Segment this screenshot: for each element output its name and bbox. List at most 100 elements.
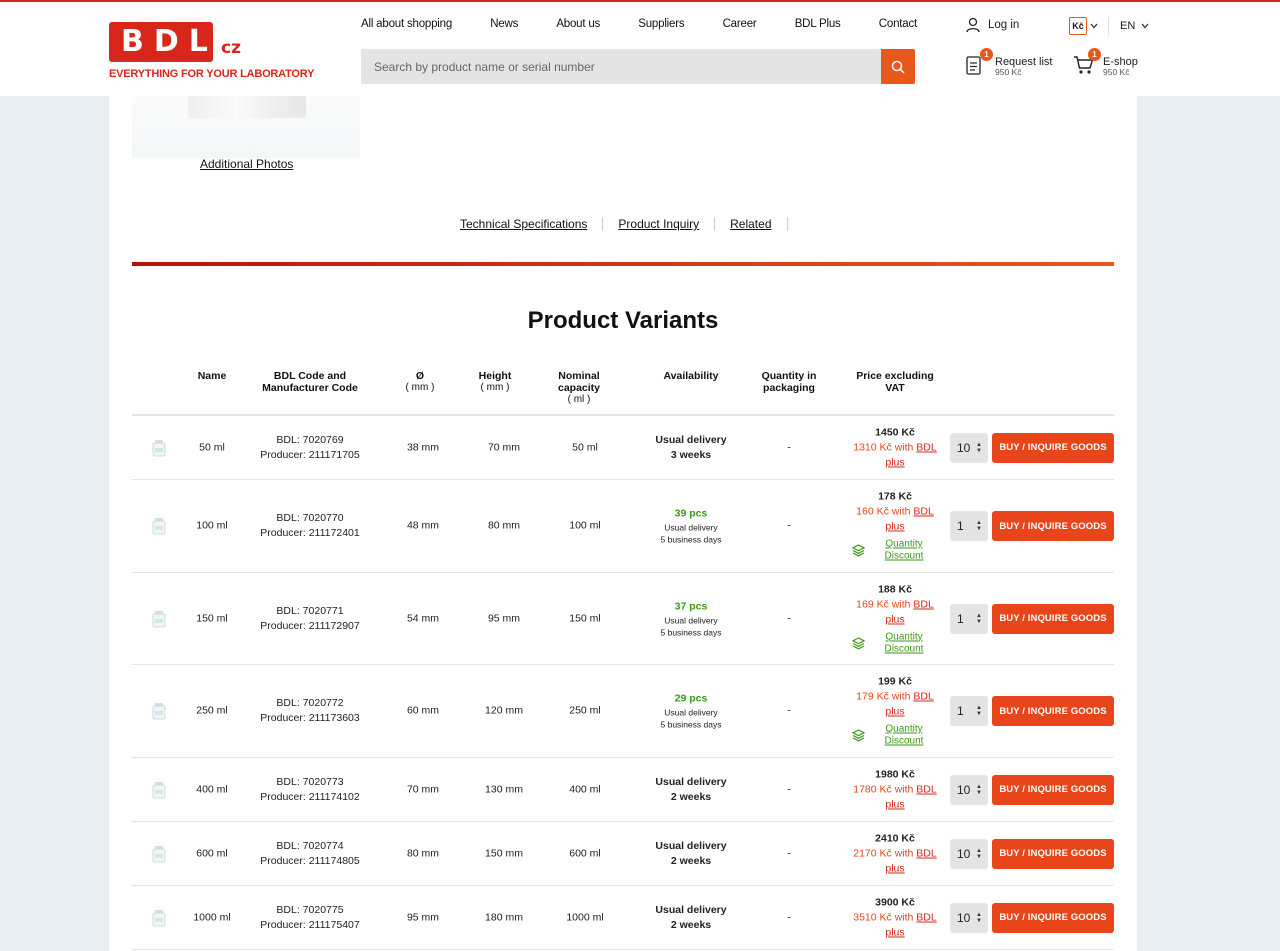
variants-title: Product Variants — [527, 307, 719, 334]
price-value: 1980 Kč — [875, 768, 915, 780]
eshop-cart-link[interactable]: 1 E-shop 950 Kč — [1073, 48, 1138, 77]
product-thumbnail[interactable] — [149, 438, 169, 458]
nav-bdl-plus[interactable]: BDL Plus — [795, 18, 841, 34]
availability-main: Usual delivery — [655, 775, 727, 788]
variant-availability: 37 pcs Usual delivery 5 business days — [641, 599, 741, 638]
login-link[interactable]: Log in — [965, 17, 1019, 33]
stepper-arrows-icon[interactable]: ▲ ▼ — [976, 442, 982, 454]
stepper-arrows-icon[interactable]: ▲ ▼ — [976, 912, 982, 924]
buy-inquire-button[interactable]: BUY / INQUIRE GOODS — [992, 603, 1114, 634]
bdl-plus-price[interactable]: 160 Kč with BDL plus — [850, 505, 940, 535]
product-thumbnail[interactable] — [149, 780, 169, 800]
quantity-stepper[interactable]: 1 ▲ ▼ — [950, 696, 988, 726]
stepper-arrows-icon[interactable]: ▲ ▼ — [976, 784, 982, 796]
stepper-arrows-icon[interactable]: ▲ ▼ — [976, 613, 982, 625]
quantity-discount-link[interactable]: Quantity Discount — [870, 539, 938, 563]
stepper-arrows-icon[interactable]: ▲ ▼ — [976, 705, 982, 717]
eshop-total: 950 Kč — [1103, 67, 1130, 77]
product-thumbnail[interactable] — [149, 844, 169, 864]
layers-icon — [852, 636, 865, 649]
stepper-arrows-icon[interactable]: ▲ ▼ — [976, 848, 982, 860]
bottle-image — [152, 610, 166, 627]
variant-name: 50 ml — [199, 441, 225, 453]
buy-inquire-button[interactable]: BUY / INQUIRE GOODS — [992, 838, 1114, 869]
bdl-code: BDL: 7020772 — [276, 697, 344, 709]
cart-badge: 1 — [1088, 48, 1101, 61]
nav-about-us[interactable]: About us — [556, 18, 600, 34]
quantity-discount[interactable]: Quantity Discount — [852, 724, 938, 748]
table-row: 1000 ml BDL: 7020775 Producer: 211175407 95… — [132, 886, 1114, 950]
nav-news[interactable]: News — [490, 18, 518, 34]
currency-value: Kč — [1069, 17, 1087, 35]
variant-packaging: - — [787, 519, 791, 532]
request-list-badge: 1 — [980, 48, 993, 61]
site-header: BDL cz EVERYTHING FOR YOUR LABORATORY Al… — [0, 0, 1280, 96]
tab-technical-specifications[interactable]: Technical Specifications — [460, 217, 604, 231]
bdl-plus-price[interactable]: 1310 Kč with BDL plus — [850, 440, 940, 470]
logo[interactable]: BDL cz EVERYTHING FOR YOUR LABORATORY — [109, 22, 314, 80]
col-price: Price excluding VAT — [856, 370, 934, 394]
variant-price: 2410 Kč 2170 Kč with BDL plus — [850, 831, 940, 876]
variant-diameter: 48 mm — [406, 519, 440, 532]
nav-contact[interactable]: Contact — [879, 18, 917, 34]
buy-inquire-button[interactable]: BUY / INQUIRE GOODS — [992, 511, 1114, 541]
buy-inquire-button[interactable]: BUY / INQUIRE GOODS — [992, 774, 1114, 805]
variant-availability: Usual delivery 2 weeks — [641, 839, 741, 869]
login-label: Log in — [988, 19, 1020, 31]
quantity-discount[interactable]: Quantity Discount — [852, 631, 938, 655]
nav-career[interactable]: Career — [723, 18, 757, 34]
bdl-plus-price[interactable]: 3510 Kč with BDL plus — [850, 910, 940, 940]
quantity-stepper[interactable]: 10 ▲ ▼ — [950, 432, 988, 463]
bdl-plus-price[interactable]: 179 Kč with BDL plus — [850, 690, 940, 720]
logo-suffix: cz — [221, 38, 241, 58]
producer-code: Producer: 211172401 — [260, 527, 360, 539]
nav-all-about-shopping[interactable]: All about shopping — [361, 18, 452, 34]
availability-main: Usual delivery — [664, 615, 718, 625]
quantity-stepper[interactable]: 10 ▲ ▼ — [950, 902, 988, 933]
quantity-discount[interactable]: Quantity Discount — [852, 539, 938, 563]
language-select[interactable]: EN — [1120, 20, 1149, 32]
bdl-plus-price[interactable]: 2170 Kč with BDL plus — [850, 846, 940, 876]
variant-name: 250 ml — [196, 704, 228, 717]
tab-product-inquiry[interactable]: Product Inquiry — [603, 217, 716, 231]
quantity-discount-link[interactable]: Quantity Discount — [870, 631, 938, 655]
quantity-stepper[interactable]: 10 ▲ ▼ — [950, 774, 988, 805]
buy-inquire-button[interactable]: BUY / INQUIRE GOODS — [992, 696, 1114, 726]
quantity-discount-link[interactable]: Quantity Discount — [870, 724, 938, 748]
variant-height: 150 mm — [485, 847, 523, 859]
variant-packaging: - — [787, 847, 791, 859]
availability-sub: 2 weeks — [670, 918, 712, 931]
search-bar — [361, 49, 915, 84]
quantity-stepper[interactable]: 1 ▲ ▼ — [950, 511, 988, 541]
stepper-arrows-icon[interactable]: ▲ ▼ — [976, 520, 982, 532]
availability-main: Usual delivery — [664, 707, 718, 718]
product-thumbnail[interactable] — [149, 701, 169, 721]
currency-select[interactable]: Kč — [1069, 17, 1098, 35]
variant-diameter: 95 mm — [406, 911, 440, 923]
search-input[interactable] — [361, 49, 881, 84]
bdl-plus-price[interactable]: 1780 Kč with BDL plus — [850, 782, 940, 812]
product-thumbnail[interactable] — [149, 609, 169, 629]
bdl-code: BDL: 7020773 — [276, 775, 344, 788]
availability-main: Usual delivery — [655, 433, 727, 446]
variant-packaging: - — [787, 441, 791, 453]
variant-capacity: 600 ml — [569, 847, 601, 859]
variants-table: Name BDL Code and Manufacturer Code Ø( m… — [132, 362, 1114, 950]
product-content: Additional Photos Technical Specificatio… — [109, 96, 1137, 951]
producer-code: Producer: 211171705 — [260, 448, 360, 461]
nav-suppliers[interactable]: Suppliers — [638, 18, 684, 34]
additional-photos-link[interactable]: Additional Photos — [200, 157, 293, 171]
quantity-stepper[interactable]: 10 ▲ ▼ — [950, 838, 988, 869]
product-photo[interactable] — [132, 96, 360, 158]
product-thumbnail[interactable] — [149, 908, 169, 928]
search-button[interactable] — [881, 49, 915, 84]
tab-related[interactable]: Related — [715, 217, 788, 231]
request-list-link[interactable]: 1 Request list 950 Kč — [965, 48, 1052, 77]
logo-tagline: EVERYTHING FOR YOUR LABORATORY — [109, 68, 315, 80]
quantity-stepper[interactable]: 1 ▲ ▼ — [950, 603, 988, 634]
bdl-plus-price[interactable]: 169 Kč with BDL plus — [850, 597, 940, 627]
buy-inquire-button[interactable]: BUY / INQUIRE GOODS — [992, 432, 1114, 463]
buy-inquire-button[interactable]: BUY / INQUIRE GOODS — [992, 902, 1114, 933]
bdl-code: BDL: 7020770 — [276, 512, 344, 524]
product-thumbnail[interactable] — [149, 516, 169, 536]
